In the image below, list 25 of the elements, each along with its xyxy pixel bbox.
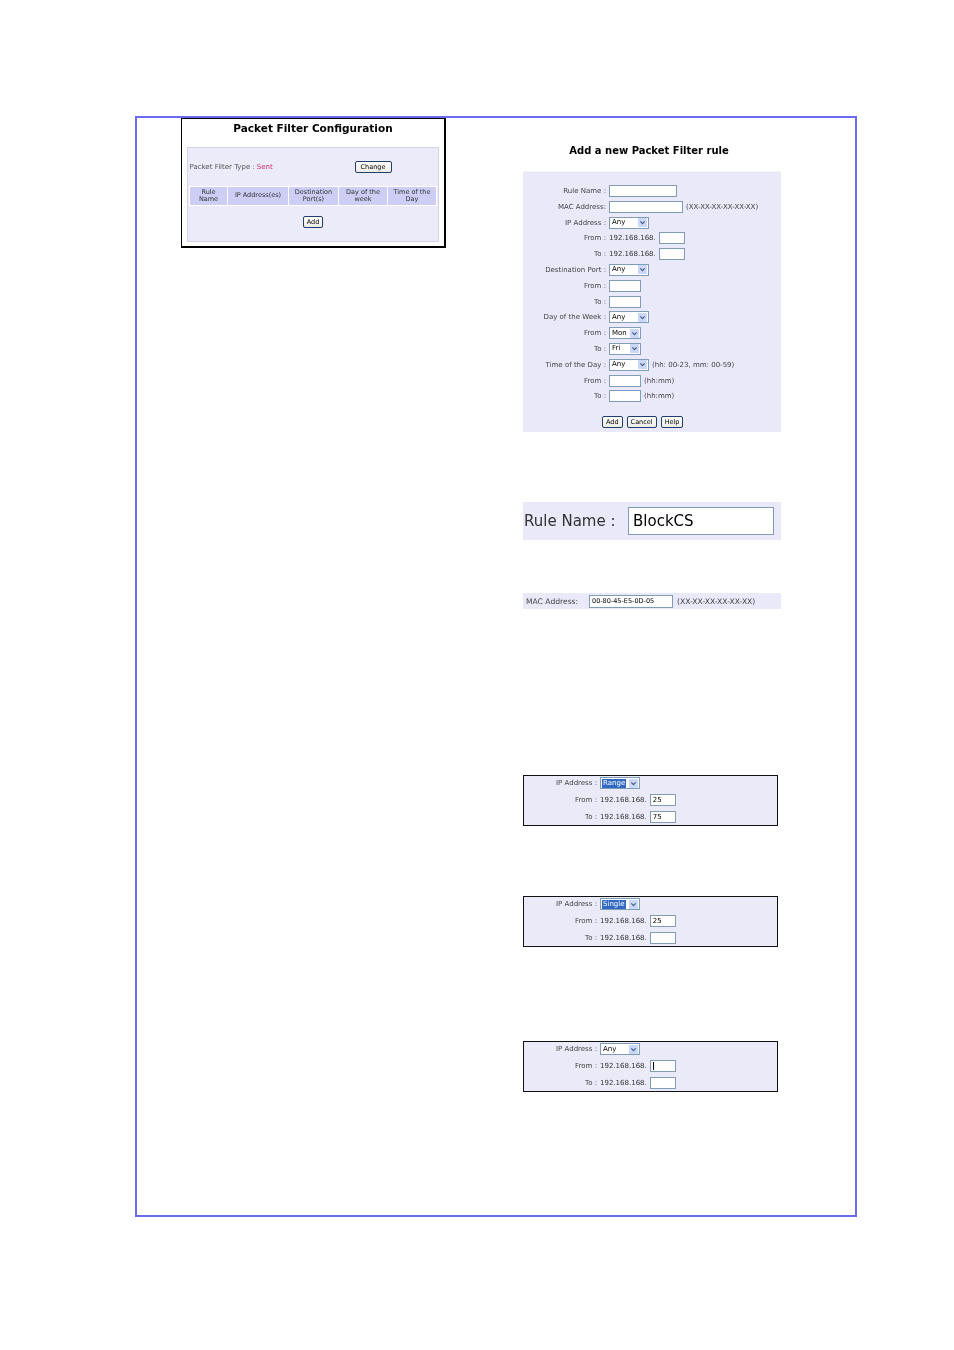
text-cursor-icon (652, 1062, 654, 1070)
text-input[interactable] (649, 1077, 676, 1089)
text-input[interactable] (609, 295, 641, 308)
chevron-down-icon (630, 344, 639, 354)
window-title: Packet Filter Configuration (233, 122, 393, 135)
text-input[interactable] (658, 232, 685, 245)
chevron-down-icon (638, 312, 647, 322)
chevron-down-icon (630, 328, 639, 338)
text-input[interactable] (649, 932, 676, 944)
chevron-down-icon (629, 1044, 638, 1054)
chevron-down-icon (638, 265, 647, 275)
text-input[interactable] (609, 279, 641, 292)
chevron-down-icon (629, 899, 638, 909)
field-label: Rule Name : (524, 512, 617, 530)
text-input[interactable] (609, 390, 641, 403)
text-input[interactable] (609, 374, 641, 387)
text-input[interactable] (658, 248, 685, 261)
text-input[interactable] (609, 185, 677, 197)
text-input[interactable] (649, 1060, 676, 1072)
text-input[interactable] (609, 200, 683, 213)
chevron-down-icon (638, 360, 647, 370)
chevron-down-icon (638, 218, 647, 228)
chevron-down-icon (629, 778, 638, 788)
form-title: Add a new Packet Filter rule (568, 144, 730, 158)
text-input[interactable]: BlockCS (628, 507, 774, 535)
